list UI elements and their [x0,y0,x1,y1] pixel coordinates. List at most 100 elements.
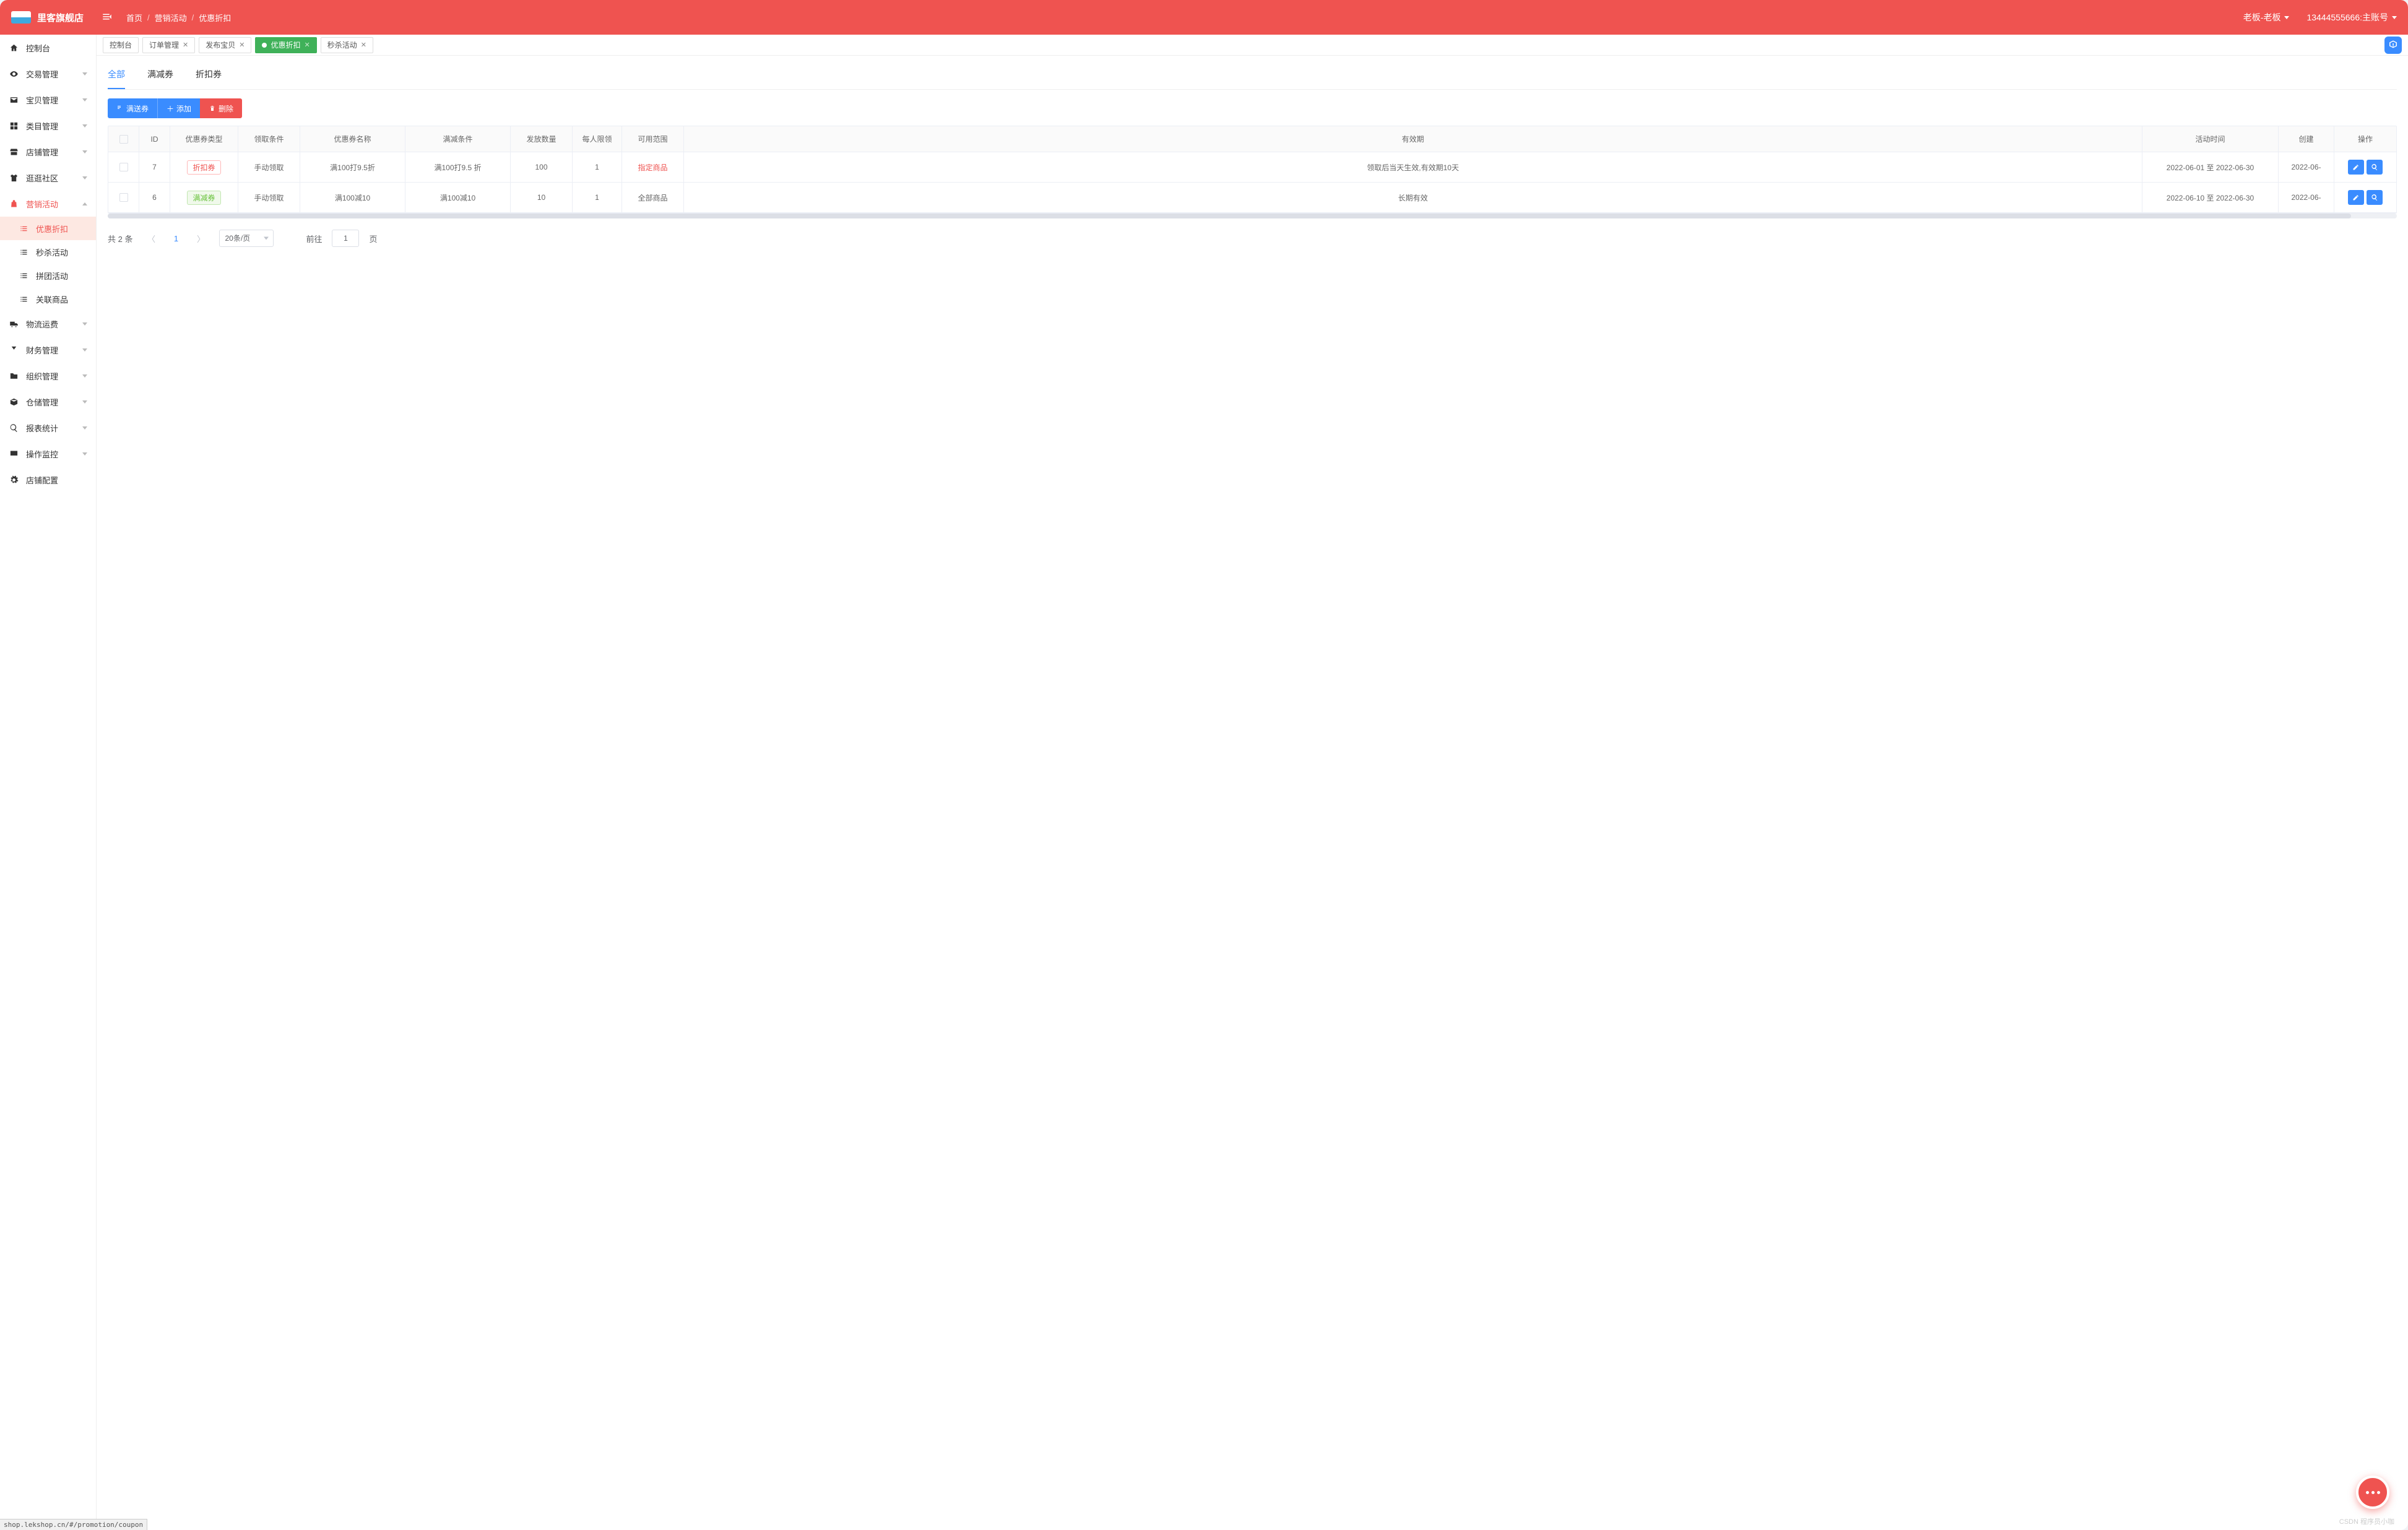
chat-fab[interactable] [2356,1476,2389,1509]
table-header: ID 优惠券类型 领取条件 优惠券名称 满减条件 发放数量 每人限领 可用范围 … [108,126,2396,152]
role-dropdown[interactable]: 老板-老板 [2243,11,2290,24]
cell-valid: 长期有效 [684,183,2142,213]
delete-button[interactable]: 删除 [200,98,242,118]
list-icon [19,270,28,280]
col-condition: 领取条件 [238,126,300,152]
sidebar-item-10[interactable]: 仓储管理 [0,389,96,415]
sidebar-item-12[interactable]: 操作监控 [0,441,96,467]
cell-id: 6 [139,183,170,213]
col-qty: 发放数量 [511,126,573,152]
next-page-button[interactable]: 〉 [192,230,209,247]
row-checkbox[interactable] [119,163,128,171]
select-all-checkbox[interactable] [119,135,128,144]
cell-limit: 1 [573,183,622,213]
sidebar-subitem-6-0[interactable]: 优惠折扣 [0,217,96,240]
filter-tab-2[interactable]: 折扣券 [196,63,222,89]
chevron-down-icon [82,98,87,102]
sidebar-item-label: 组织管理 [26,370,58,382]
close-icon[interactable]: ✕ [183,41,188,49]
list-icon [19,247,28,257]
page-number[interactable]: 1 [170,234,182,243]
cell-id: 7 [139,152,170,183]
cell-create: 2022-06- [2279,183,2334,213]
tabs-menu-button[interactable] [2384,37,2402,54]
pagination: 共 2 条 〈 1 〉 20条/页 前往 页 [108,230,2397,247]
chevron-down-icon [82,176,87,179]
col-rule: 满减条件 [405,126,511,152]
col-valid: 有效期 [684,126,2142,152]
breadcrumb-page[interactable]: 优惠折扣 [199,12,231,24]
sidebar-item-0[interactable]: 控制台 [0,35,96,61]
page-tab-1[interactable]: 订单管理 ✕ [142,37,195,53]
page-tab-3[interactable]: 优惠折扣✕ [255,37,316,53]
sidebar-collapse-button[interactable] [102,11,113,24]
mail-icon [9,95,19,105]
sidebar-item-6[interactable]: 营销活动 [0,191,96,217]
sidebar-item-11[interactable]: 报表统计 [0,415,96,441]
edit-button[interactable] [2348,190,2364,205]
view-button[interactable] [2367,190,2383,205]
tab-label: 订单管理 [149,40,179,50]
shirt-icon [9,173,19,183]
sidebar-item-label: 宝贝管理 [26,94,58,106]
cell-qty: 10 [511,183,573,213]
cell-valid: 领取后当天生效,有效期10天 [684,152,2142,183]
coupon-table: ID 优惠券类型 领取条件 优惠券名称 满减条件 发放数量 每人限领 可用范围 … [108,126,2397,214]
goto-page-input[interactable] [332,230,359,247]
status-bar-url: shop.lekshop.cn/#/promotion/coupon [0,1519,147,1530]
cell-limit: 1 [573,152,622,183]
chevron-down-icon [82,452,87,456]
page-tab-0[interactable]: 控制台 [103,37,139,53]
goto-prefix: 前往 [306,233,322,244]
view-button[interactable] [2367,160,2383,175]
horizontal-scrollbar[interactable] [108,214,2397,218]
close-icon[interactable]: ✕ [239,41,245,49]
chevron-down-icon [82,400,87,404]
tab-label: 发布宝贝 [206,40,235,50]
page-size-select[interactable]: 20条/页 [219,230,274,247]
sidebar-item-label: 营销活动 [26,198,58,210]
col-create: 创建 [2279,126,2334,152]
cell-rule: 满100减10 [405,183,511,213]
sidebar-item-label: 报表统计 [26,422,58,434]
shop-icon [9,147,19,157]
logo-text: 里客旗舰店 [37,11,84,24]
prev-page-button[interactable]: 〈 [142,230,160,247]
page-tab-4[interactable]: 秒杀活动 ✕ [321,37,373,53]
col-time: 活动时间 [2142,126,2279,152]
cell-name: 满100打9.5折 [300,152,405,183]
sidebar-subitem-6-3[interactable]: 关联商品 [0,287,96,311]
row-checkbox[interactable] [119,193,128,202]
sidebar-item-3[interactable]: 类目管理 [0,113,96,139]
breadcrumb-section[interactable]: 营销活动 [155,12,187,24]
tab-label: 秒杀活动 [327,40,357,50]
close-icon[interactable]: ✕ [305,41,310,49]
table-row: 7折扣券手动领取满100打9.5折满100打9.5 折1001指定商品领取后当天… [108,152,2396,183]
filter-tab-1[interactable]: 满减券 [147,63,173,89]
chevron-down-icon [2284,16,2289,19]
sidebar-item-8[interactable]: 财务管理 [0,337,96,363]
sidebar-item-7[interactable]: 物流运费 [0,311,96,337]
filter-tab-0[interactable]: 全部 [108,63,125,89]
page-tab-2[interactable]: 发布宝贝 ✕ [199,37,251,53]
sidebar-item-13[interactable]: 店铺配置 [0,467,96,493]
sidebar-subitem-6-1[interactable]: 秒杀活动 [0,240,96,264]
sidebar-subitem-6-2[interactable]: 拼团活动 [0,264,96,287]
edit-button[interactable] [2348,160,2364,175]
sidebar-item-4[interactable]: 店铺管理 [0,139,96,165]
chevron-down-icon [82,322,87,326]
add-button[interactable]: ＋ 添加 [157,98,200,118]
list-icon [19,223,28,233]
app-header: 里客旗舰店 首页 / 营销活动 / 优惠折扣 老板-老板 13444555666… [0,0,2408,35]
send-coupon-button[interactable]: 满送券 [108,98,157,118]
cell-ops [2334,183,2396,213]
sidebar-item-5[interactable]: 逛逛社区 [0,165,96,191]
sidebar-item-2[interactable]: 宝贝管理 [0,87,96,113]
yen-icon [9,345,19,355]
sidebar-item-1[interactable]: 交易管理 [0,61,96,87]
close-icon[interactable]: ✕ [361,41,366,49]
account-dropdown[interactable]: 13444555666:主账号 [2306,11,2397,24]
sidebar-item-9[interactable]: 组织管理 [0,363,96,389]
breadcrumb-home[interactable]: 首页 [126,12,142,24]
chevron-down-icon [82,426,87,430]
